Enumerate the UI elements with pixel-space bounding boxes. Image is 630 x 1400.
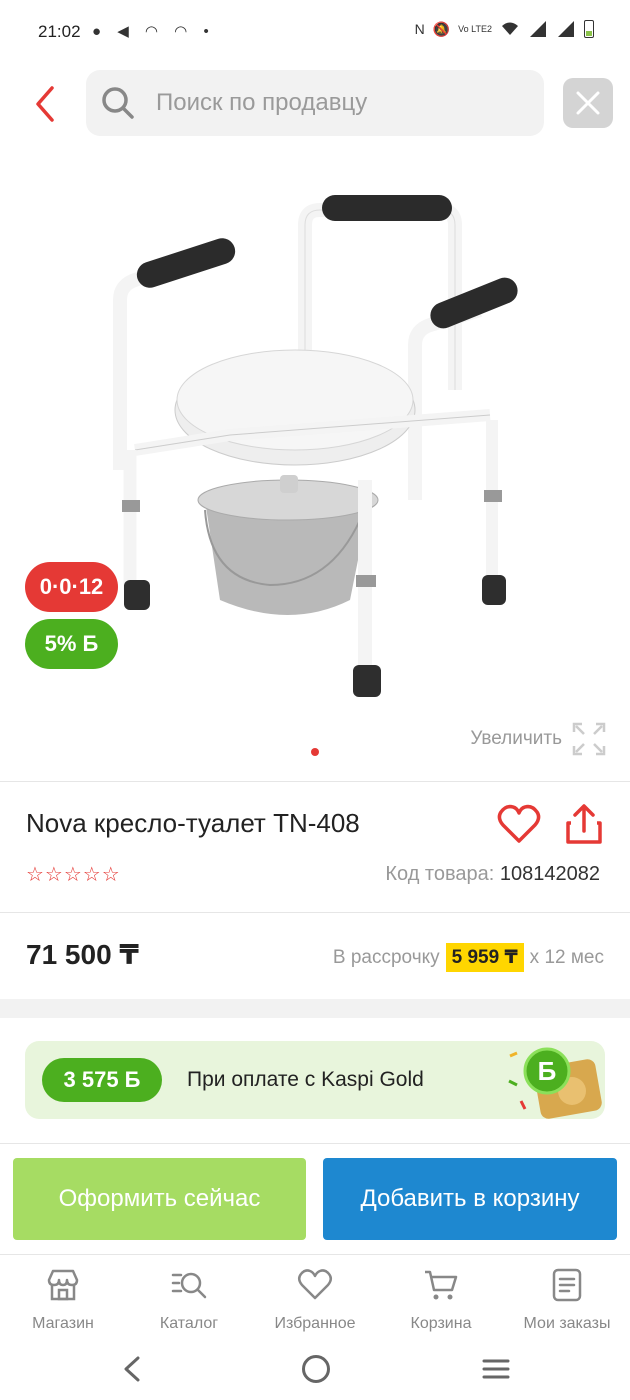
- nfc-icon: N: [414, 21, 425, 37]
- kaspi-gold-text: При оплате с Kaspi Gold: [187, 1068, 424, 1091]
- expand-icon: [572, 722, 606, 756]
- product-code: Код товара: 108142082: [385, 863, 600, 886]
- seller-search-input[interactable]: [156, 89, 516, 117]
- nav-item-shop[interactable]: Магазин: [0, 1255, 126, 1342]
- product-code-value: 108142082: [499, 863, 600, 885]
- search-header: [0, 66, 630, 144]
- product-gallery[interactable]: 0·0·12 5% Б Увеличить: [0, 150, 630, 780]
- installment-info[interactable]: В рассрочку 5 959 ₸ x 12 мес: [333, 943, 604, 972]
- product-code-label: Код товара:: [385, 863, 495, 885]
- product-price: 71 500 ₸: [26, 939, 139, 970]
- add-to-cart-button[interactable]: Добавить в корзину: [323, 1158, 617, 1240]
- status-bar: 21:02 ● ◀ ◠ ◠ • N 🔕 Vo LTE2: [0, 0, 630, 66]
- nav-label: Каталог: [159, 1315, 219, 1332]
- battery-icon: [584, 20, 594, 38]
- svg-text:Б: Б: [538, 1056, 557, 1086]
- status-right-icons: N 🔕 Vo LTE2: [415, 20, 594, 38]
- heart-icon[interactable]: [497, 803, 541, 845]
- kaspi-gold-card-icon: Б: [508, 1047, 602, 1119]
- gallery-page-indicator: [311, 748, 319, 756]
- product-image: [113, 195, 518, 697]
- back-arrow-icon[interactable]: [30, 84, 60, 124]
- nav-item-cart[interactable]: Корзина: [378, 1255, 504, 1342]
- shop-icon: [47, 1269, 79, 1301]
- installment-suffix: x 12 мес: [529, 946, 604, 968]
- close-icon: [576, 91, 600, 115]
- divider: [0, 781, 630, 782]
- notification-icons: ● ◀ ◠ ◠ •: [92, 23, 215, 40]
- nav-label: Магазин: [32, 1315, 94, 1332]
- installment-badge: 0·0·12: [25, 562, 118, 612]
- divider: [0, 912, 630, 913]
- bottom-navigation: Магазин Каталог Избранное Корзина Мои за…: [0, 1254, 630, 1342]
- system-home-icon[interactable]: [302, 1355, 330, 1383]
- orders-icon: [552, 1268, 582, 1302]
- mute-icon: 🔕: [432, 20, 451, 37]
- rating-stars[interactable]: ☆☆☆☆☆: [26, 862, 121, 887]
- nav-item-catalog[interactable]: Каталог: [126, 1255, 252, 1342]
- close-button[interactable]: [563, 78, 613, 128]
- buy-now-button[interactable]: Оформить сейчас: [13, 1158, 306, 1240]
- bonus-badge: 5% Б: [25, 619, 118, 669]
- share-icon[interactable]: [565, 803, 603, 845]
- signal-icon: [530, 21, 546, 37]
- nav-label: Мои заказы: [523, 1315, 611, 1332]
- heart-icon: [298, 1269, 332, 1300]
- zoom-button[interactable]: Увеличить: [470, 722, 606, 756]
- search-icon: [102, 87, 134, 119]
- kaspi-gold-banner[interactable]: 3 575 Б При оплате с Kaspi Gold Б: [25, 1041, 605, 1119]
- signal-icon: [558, 21, 574, 37]
- divider: [0, 1143, 630, 1144]
- system-recents-icon[interactable]: [482, 1358, 510, 1380]
- search-box[interactable]: [86, 70, 544, 136]
- volte-icon: Vo LTE2: [458, 24, 492, 34]
- nav-label: Избранное: [274, 1315, 356, 1332]
- nav-label: Корзина: [410, 1315, 472, 1332]
- system-back-icon[interactable]: [120, 1354, 144, 1384]
- product-title: Nova кресло-туалет TN-408: [26, 808, 360, 838]
- wifi-icon: [502, 22, 518, 35]
- section-separator: [0, 999, 630, 1018]
- status-time: 21:02: [38, 22, 81, 41]
- cart-icon: [425, 1270, 458, 1300]
- nav-item-favorites[interactable]: Избранное: [252, 1255, 378, 1342]
- installment-amount: 5 959 ₸: [445, 943, 524, 972]
- system-navigation-bar: [0, 1342, 630, 1400]
- bonus-amount-pill: 3 575 Б: [42, 1058, 162, 1102]
- zoom-label: Увеличить: [470, 728, 562, 749]
- nav-item-orders[interactable]: Мои заказы: [504, 1255, 630, 1342]
- installment-prefix: В рассрочку: [332, 946, 440, 968]
- catalog-search-icon: [171, 1272, 207, 1299]
